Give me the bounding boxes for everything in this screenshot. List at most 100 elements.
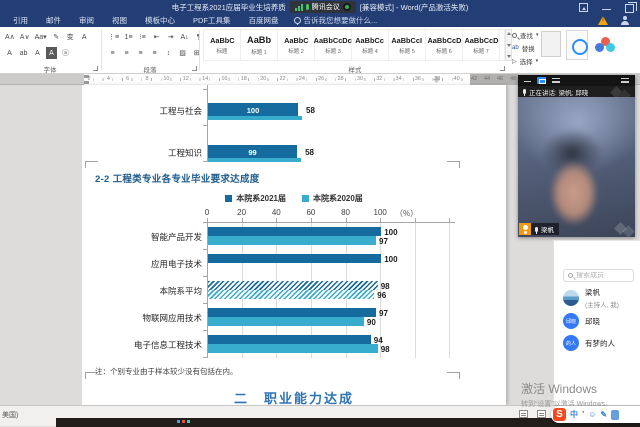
member-info: 有梦的人: [585, 338, 615, 349]
member-search-box[interactable]: [563, 269, 634, 282]
meeting-minimize-icon[interactable]: [524, 81, 531, 82]
member-role: (主持人, 我): [585, 299, 619, 309]
ribbon-tab-1[interactable]: 引用: [4, 14, 37, 27]
styles-dialog-launcher-icon[interactable]: [500, 66, 505, 71]
style-chip-6[interactable]: AaBbCcI标题 5: [389, 30, 426, 60]
style-chip-3[interactable]: AaBbC标题 2: [278, 30, 315, 60]
axis-tick-label: 20: [233, 208, 251, 217]
ribbon-tab-6[interactable]: PDF工具集: [184, 14, 240, 27]
font-dialog-launcher-icon[interactable]: [93, 66, 98, 71]
addin-save-to-cloud-button[interactable]: [566, 30, 588, 60]
ruler-number: 34: [393, 74, 405, 85]
ruler-number: 18: [238, 74, 250, 85]
paragraph-tool-icon-5[interactable]: ↕: [163, 47, 174, 59]
activation-warning-icon[interactable]: [598, 16, 608, 25]
style-chip-7[interactable]: AaBbCcD标题 6: [426, 30, 463, 60]
paragraph-tool-icon-1[interactable]: ≡: [107, 47, 118, 59]
participant-video[interactable]: 梁帆: [518, 97, 635, 237]
member-row-3[interactable]: 的人有梦的人: [563, 335, 615, 351]
paragraph-tool-icon-5[interactable]: ⇥: [165, 31, 176, 43]
handwriting-pen-icon[interactable]: ✎: [600, 410, 607, 419]
print-layout-icon[interactable]: [537, 410, 546, 418]
meeting-menu-icon[interactable]: [552, 78, 560, 83]
find-button[interactable]: 查找▾: [512, 30, 539, 40]
axis-tick: [311, 218, 312, 222]
document-page[interactable]: 2-2 工程类专业各专业毕业要求达成度 本院系2021届本院系2020届 （%）…: [82, 85, 506, 405]
font-tool-icon-2[interactable]: A∨: [19, 31, 31, 43]
style-name: 标题 5: [399, 47, 415, 55]
paragraph-tool-icon-4[interactable]: ≡: [149, 47, 160, 59]
paragraph-tool-icon-2[interactable]: ≡: [121, 47, 132, 59]
paragraph-tool-icon-2[interactable]: 1≡: [123, 31, 134, 43]
ribbon-tab-row: 引用邮件审阅视图模板中心PDF工具集百度网盘 告诉我您想要做什么...: [0, 14, 640, 27]
style-chip-8[interactable]: AaBbCcD标题 7: [463, 30, 500, 60]
emoji-icon[interactable]: ☺: [588, 410, 596, 419]
font-tool-icon-1[interactable]: A: [4, 47, 15, 59]
style-chip-2[interactable]: AaBb标题 1: [241, 30, 278, 60]
ruler-number: 32: [373, 74, 385, 85]
ime-toolbox-icon[interactable]: [611, 410, 619, 420]
ribbon-tab-4[interactable]: 视图: [103, 14, 136, 27]
font-tool-icon-3[interactable]: Aa▾: [34, 31, 48, 43]
meeting-video-window[interactable]: 正在讲话: 梁帆; 邱晓 梁帆: [518, 75, 635, 237]
meeting-more-icon[interactable]: [621, 78, 629, 83]
font-tool-icon-4[interactable]: ✎: [51, 31, 62, 43]
chart-bar-value: 100: [384, 255, 397, 264]
select-button[interactable]: ▷选择▾: [512, 56, 539, 66]
chart-bar-value: 97: [379, 309, 388, 318]
ribbon-tab-2[interactable]: 邮件: [37, 14, 70, 27]
ribbon-tab-7[interactable]: 百度网盘: [240, 14, 288, 27]
paragraph-dialog-launcher-icon[interactable]: [192, 66, 197, 71]
ruler-number: 4: [102, 74, 114, 85]
member-search-input[interactable]: [576, 272, 628, 279]
member-row-1[interactable]: 梁帆(主持人, 我): [563, 287, 619, 309]
paragraph-tool-icon-3[interactable]: ⁝≡: [137, 31, 148, 43]
baidu-netdisk-icon[interactable]: [595, 37, 617, 55]
member-info: 邱晓: [585, 316, 600, 327]
replace-button[interactable]: ab替换: [512, 43, 539, 53]
font-tool-icon-5[interactable]: ⓐ: [60, 47, 71, 59]
paragraph-tool-icon-3[interactable]: ≡: [135, 47, 146, 59]
member-row-2[interactable]: 邱晓邱晓: [563, 313, 600, 329]
ruler-number: 44: [481, 74, 493, 85]
tell-me-box[interactable]: 告诉我您想要做什么...: [294, 15, 378, 26]
font-tool-icon-2[interactable]: ab: [18, 47, 29, 59]
ribbon-tab-3[interactable]: 审阅: [70, 14, 103, 27]
tencent-meeting-mini-bar[interactable]: 腾讯会议: [290, 1, 356, 13]
paragraph-tool-icon-4[interactable]: ⇤: [151, 31, 162, 43]
font-tool-icon-6[interactable]: A: [79, 31, 90, 43]
sogou-ime-bar[interactable]: S 中 ’ ☺ ✎: [551, 406, 640, 423]
font-tool-icon-5[interactable]: 变: [65, 31, 76, 43]
language-status[interactable]: 美国): [2, 410, 18, 420]
tell-me-label: 告诉我您想要做什么...: [304, 15, 378, 26]
axis-row-tick: [203, 249, 207, 250]
paragraph-tool-icon-7[interactable]: ⊞: [191, 47, 202, 59]
search-icon: [512, 33, 517, 38]
read-mode-icon[interactable]: [519, 410, 528, 418]
ruler-number: 10: [160, 74, 172, 85]
style-chip-5[interactable]: AaBbCc标题 4: [352, 30, 389, 60]
meeting-layout-icon[interactable]: [537, 77, 546, 84]
ime-punctuation-toggle[interactable]: ’: [582, 410, 584, 419]
share-icon[interactable]: [620, 16, 630, 26]
paragraph-tool-icon-6[interactable]: ▨: [177, 47, 188, 59]
styles-gallery-scroll[interactable]: [505, 29, 512, 61]
mic-icon: [523, 89, 526, 94]
paragraph-tool-icon-1[interactable]: ⋮≡: [107, 31, 120, 43]
axis-tick: [380, 218, 381, 222]
minimize-icon[interactable]: [602, 9, 611, 10]
font-tool-icon-3[interactable]: A: [32, 47, 43, 59]
restore-icon[interactable]: [625, 4, 634, 13]
paragraph-tool-icon-6[interactable]: A↓: [179, 31, 190, 43]
top-chart-category: 工程知识: [102, 147, 202, 159]
ime-language-toggle[interactable]: 中: [570, 409, 578, 420]
font-tool-icon-4[interactable]: A: [46, 47, 57, 59]
style-chip-4[interactable]: AaBbCcDc标题 3: [315, 30, 352, 60]
ribbon-display-options-icon[interactable]: [579, 3, 588, 12]
font-tool-icon-1[interactable]: A∧: [4, 31, 16, 43]
sogou-logo-icon[interactable]: S: [553, 408, 566, 421]
style-chip-1[interactable]: AaBbC标题: [204, 30, 241, 60]
addin-button-1[interactable]: [541, 31, 561, 57]
ribbon-tab-5[interactable]: 模板中心: [136, 14, 184, 27]
style-name: 标题: [216, 47, 227, 55]
